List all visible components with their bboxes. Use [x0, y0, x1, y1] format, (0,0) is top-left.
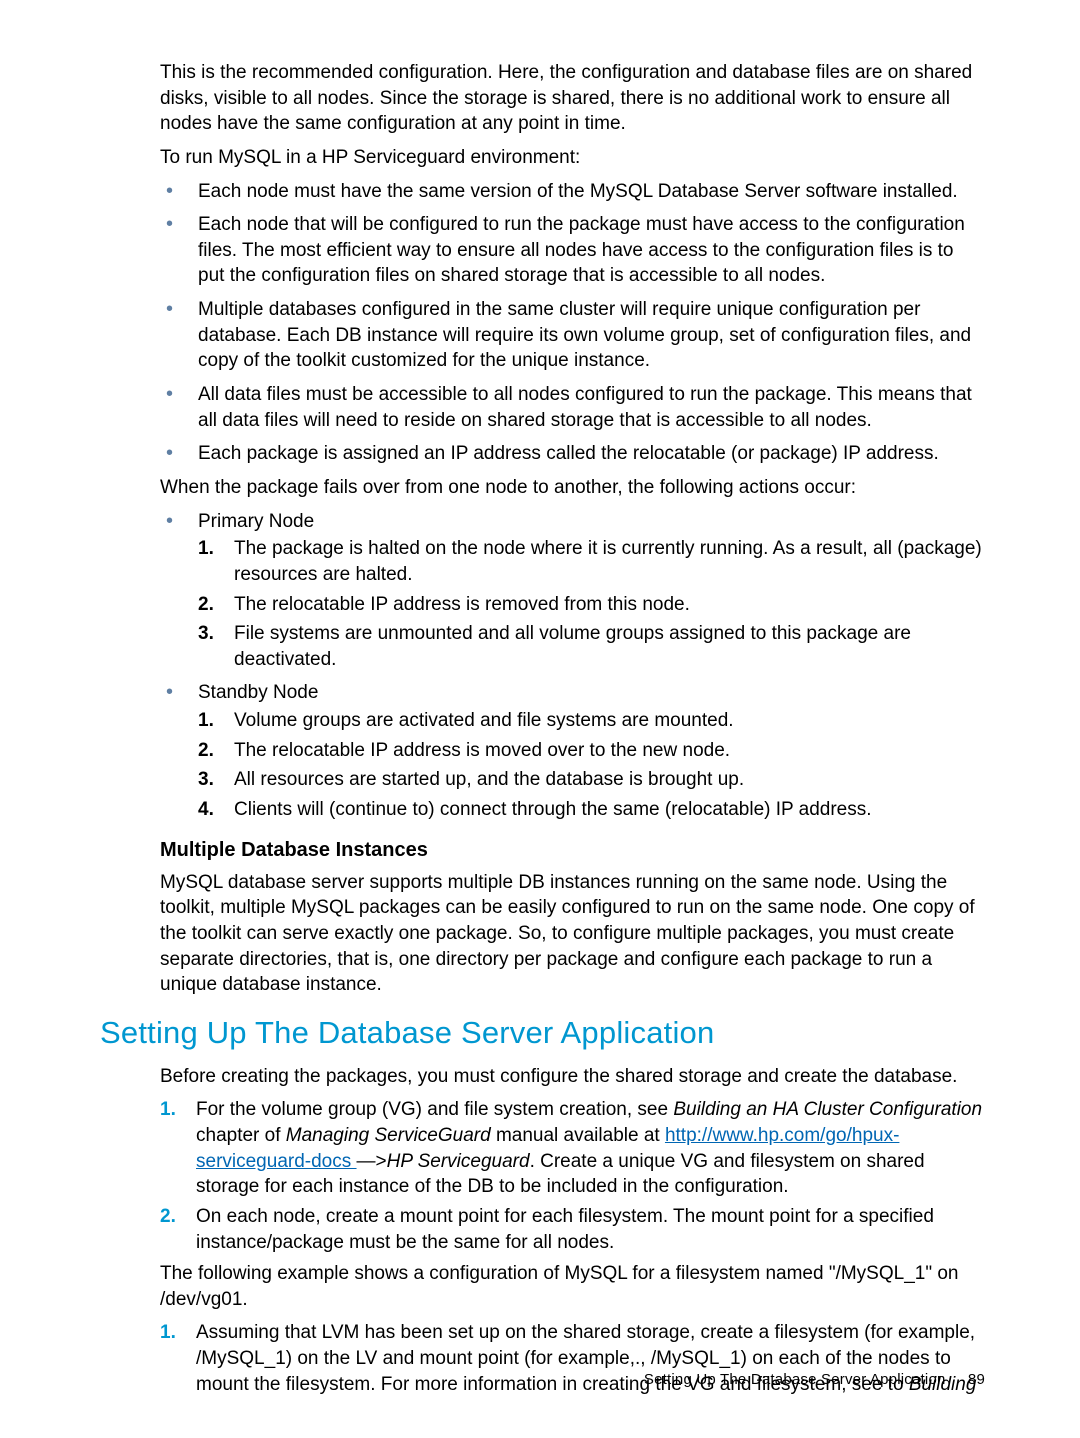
text: —> — [357, 1151, 387, 1172]
list-item: The relocatable IP address is removed fr… — [198, 592, 985, 618]
list-item: Clients will (continue to) connect throu… — [198, 797, 985, 823]
list-item: Volume groups are activated and file sys… — [198, 708, 985, 734]
environment-requirements-list: Each node must have the same version of … — [160, 179, 985, 467]
section-heading: Setting Up The Database Server Applicati… — [100, 1012, 985, 1054]
failover-intro: When the package fails over from one nod… — [160, 475, 985, 501]
list-item: The package is halted on the node where … — [198, 536, 985, 587]
mdbi-body: MySQL database server supports multiple … — [160, 870, 985, 998]
primary-node-steps: The package is halted on the node where … — [198, 536, 985, 672]
primary-node-title: Primary Node — [198, 511, 314, 532]
list-item: Each node that will be configured to run… — [160, 212, 985, 289]
text-emphasis: Managing ServiceGuard — [286, 1125, 491, 1146]
page-number: 89 — [968, 1371, 985, 1388]
text: chapter of — [196, 1125, 286, 1146]
text: manual available at — [491, 1125, 665, 1146]
setup-step-2: On each node, create a mount point for e… — [160, 1204, 985, 1255]
intro-paragraph-2: To run MySQL in a HP Serviceguard enviro… — [160, 145, 985, 171]
list-item: The relocatable IP address is moved over… — [198, 738, 985, 764]
page-content: This is the recommended configuration. H… — [160, 60, 985, 1397]
setup-steps: For the volume group (VG) and file syste… — [160, 1097, 985, 1255]
list-item: All data files must be accessible to all… — [160, 382, 985, 433]
page-footer: Setting Up The Database Server Applicati… — [644, 1370, 985, 1390]
list-item: Each package is assigned an IP address c… — [160, 441, 985, 467]
list-item: File systems are unmounted and all volum… — [198, 621, 985, 672]
standby-node-title: Standby Node — [198, 682, 318, 703]
primary-node-item: Primary Node The package is halted on th… — [160, 509, 985, 673]
list-item: Each node must have the same version of … — [160, 179, 985, 205]
text-emphasis: HP Serviceguard — [387, 1151, 530, 1172]
setup-step-1: For the volume group (VG) and file syste… — [160, 1097, 985, 1200]
standby-node-item: Standby Node Volume groups are activated… — [160, 680, 985, 822]
example-intro: The following example shows a configurat… — [160, 1261, 985, 1312]
failover-nodes-list: Primary Node The package is halted on th… — [160, 509, 985, 823]
intro-paragraph-1: This is the recommended configuration. H… — [160, 60, 985, 137]
text: For the volume group (VG) and file syste… — [196, 1099, 673, 1120]
list-item: Multiple databases configured in the sam… — [160, 297, 985, 374]
standby-node-steps: Volume groups are activated and file sys… — [198, 708, 985, 823]
list-item: All resources are started up, and the da… — [198, 767, 985, 793]
footer-label: Setting Up The Database Server Applicati… — [644, 1371, 946, 1388]
text-emphasis: Building an HA Cluster Configuration — [673, 1099, 982, 1120]
mdbi-heading: Multiple Database Instances — [160, 837, 985, 864]
setup-intro: Before creating the packages, you must c… — [160, 1064, 985, 1090]
